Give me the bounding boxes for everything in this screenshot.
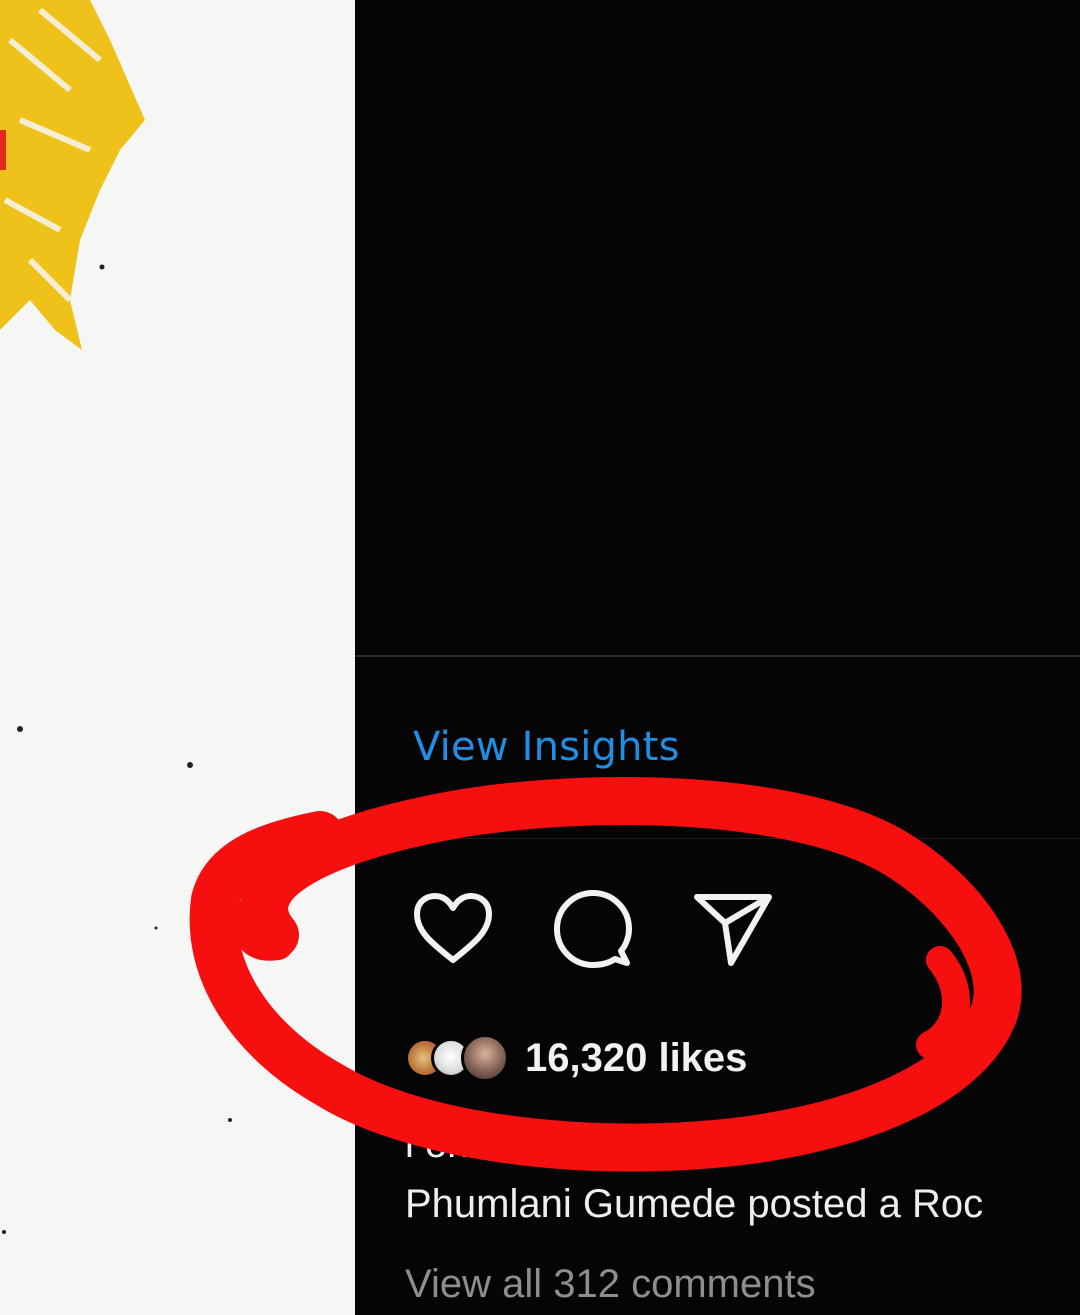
post-image-left bbox=[0, 0, 355, 1315]
post-panel: View Insights 16,320 likes i okers creat… bbox=[355, 0, 1080, 1315]
comment-button[interactable] bbox=[551, 887, 635, 971]
view-comments-link[interactable]: View all 312 comments bbox=[405, 1262, 816, 1307]
comment-icon bbox=[554, 890, 632, 968]
divider bbox=[355, 838, 1080, 839]
view-insights-link[interactable]: View Insights bbox=[413, 724, 680, 770]
heart-icon bbox=[414, 893, 492, 963]
caption-line: i okers creat bbox=[405, 1122, 623, 1166]
likes-row: 16,320 likes bbox=[405, 1034, 747, 1082]
divider bbox=[355, 655, 1080, 657]
post-actions bbox=[411, 887, 775, 971]
yellow-sketch-art bbox=[0, 0, 232, 1234]
like-button[interactable] bbox=[411, 887, 495, 971]
liker-avatars bbox=[405, 1034, 517, 1082]
share-button[interactable] bbox=[691, 887, 775, 971]
avatar bbox=[461, 1034, 509, 1082]
caption-line: Phumlani Gumede posted a Roc bbox=[405, 1182, 984, 1226]
likes-count[interactable]: 16,320 likes bbox=[525, 1036, 747, 1081]
share-icon bbox=[694, 894, 772, 966]
